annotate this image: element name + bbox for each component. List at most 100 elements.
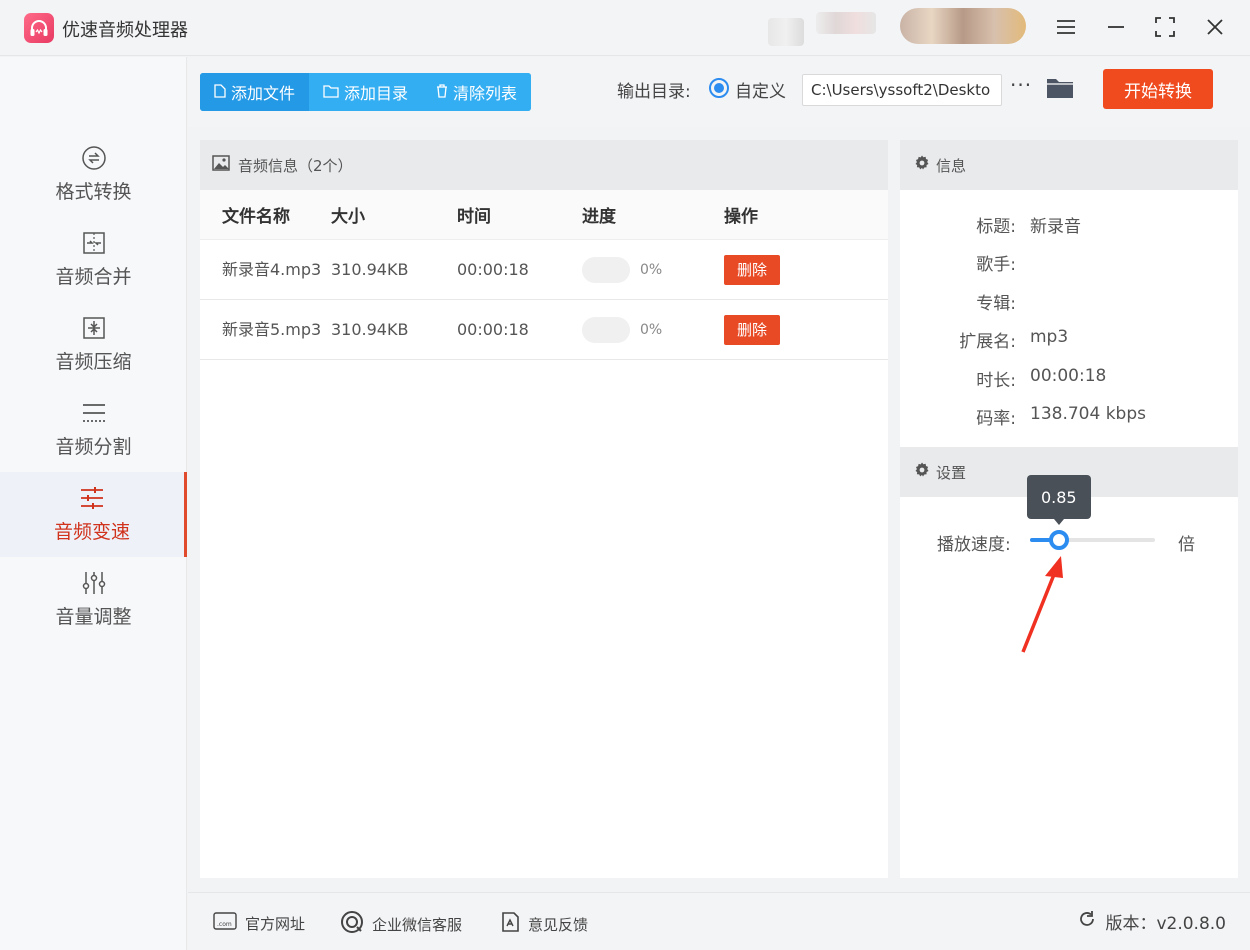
file-duration-cell: 00:00:18 <box>457 260 529 279</box>
add-file-button[interactable]: 添加文件 <box>200 73 310 111</box>
version-info[interactable]: 版本：v2.0.8.0 <box>1077 909 1226 934</box>
file-button-group: 添加文件 添加目录 清除列表 <box>200 73 532 111</box>
info-row-album: 专辑: <box>900 289 1238 314</box>
sidebar-item-speed[interactable]: 音频变速 <box>0 472 187 557</box>
folder-icon[interactable] <box>1046 76 1074 100</box>
refresh-icon <box>1077 909 1097 934</box>
blurred-account-badge[interactable] <box>900 8 1026 44</box>
column-header-action: 操作 <box>724 207 758 227</box>
table-header: 文件名称 大小 时间 进度 操作 <box>200 190 888 240</box>
file-panel-title: 音频信息（2个） <box>238 156 353 175</box>
sidebar-item-label: 音量调整 <box>55 606 132 628</box>
table-row[interactable]: 新录音4.mp3 310.94KB 00:00:18 0% 删除 <box>200 240 888 300</box>
info-value: 138.704 kbps <box>1030 404 1146 424</box>
app-title: 优速音频处理器 <box>62 20 188 41</box>
info-key: 时长: <box>976 371 1016 391</box>
progress-text: 0% <box>640 261 663 278</box>
maximize-icon[interactable] <box>1149 12 1181 42</box>
custom-radio-label[interactable]: 自定义 <box>735 77 786 102</box>
progress-bar <box>582 316 630 343</box>
wechat-label: 企业微信客服 <box>372 915 463 934</box>
headphones-icon <box>24 13 54 43</box>
output-dir-label: 输出目录: <box>617 82 691 102</box>
start-convert-button[interactable]: 开始转换 <box>1103 69 1213 109</box>
delete-button[interactable]: 删除 <box>724 254 780 285</box>
speed-label: 播放速度: <box>937 535 1011 555</box>
file-size-cell: 310.94KB <box>331 320 409 339</box>
delete-button[interactable]: 删除 <box>724 314 780 345</box>
progress-text: 0% <box>640 321 663 338</box>
feedback-link[interactable]: 意见反馈 <box>500 911 588 937</box>
column-header-duration: 时间 <box>457 207 491 227</box>
sidebar-item-split[interactable]: 音频分割 <box>0 387 187 472</box>
split-icon <box>81 400 107 426</box>
info-value: 00:00:18 <box>1030 366 1107 386</box>
info-key: 歌手: <box>976 255 1016 275</box>
svg-text:.com: .com <box>217 921 232 928</box>
chat-icon <box>340 911 364 937</box>
volume-sliders-icon <box>81 570 107 596</box>
close-icon[interactable] <box>1199 12 1231 42</box>
settings-panel-title: 设置 <box>936 463 967 482</box>
image-icon <box>212 155 230 175</box>
info-key: 码率: <box>976 409 1016 429</box>
clear-list-label: 清除列表 <box>453 84 518 103</box>
file-panel-header: 音频信息（2个） <box>200 140 888 190</box>
speed-slider[interactable] <box>1030 528 1155 552</box>
info-row-extension: 扩展名: mp3 <box>900 327 1238 352</box>
minimize-icon[interactable] <box>1100 12 1132 42</box>
info-row-title: 标题: 新录音 <box>900 212 1238 237</box>
sidebar: 格式转换 音频合并 音频压缩 音频分割 音频变速 音量调整 <box>0 57 187 950</box>
toolbar: 添加文件 添加目录 清除列表 输出目录: 自定义 ··· 开始转换 <box>188 57 1250 127</box>
sidebar-item-label: 格式转换 <box>55 181 132 203</box>
version-label: 版本：v2.0.8.0 <box>1105 914 1226 934</box>
wechat-service-link[interactable]: 企业微信客服 <box>340 911 462 937</box>
info-value: mp3 <box>1030 327 1069 347</box>
gear-icon <box>914 155 930 175</box>
format-convert-icon <box>81 145 107 171</box>
progress-bar <box>582 256 630 283</box>
column-header-name: 文件名称 <box>222 207 290 227</box>
slider-handle[interactable] <box>1048 530 1069 550</box>
footer: .com 官方网址 企业微信客服 意见反馈 版本：v2.0.8.0 <box>188 892 1250 950</box>
column-header-progress: 进度 <box>582 207 616 227</box>
gear-icon <box>914 462 930 482</box>
info-key: 扩展名: <box>959 332 1016 352</box>
sidebar-item-volume[interactable]: 音量调整 <box>0 557 187 642</box>
file-name-cell: 新录音4.mp3 <box>222 259 322 279</box>
speed-sliders-icon <box>79 485 105 511</box>
info-panel-header: 信息 <box>900 140 1238 190</box>
sidebar-item-label: 音频变速 <box>53 521 130 543</box>
file-duration-cell: 00:00:18 <box>457 320 529 339</box>
table-row[interactable]: 新录音5.mp3 310.94KB 00:00:18 0% 删除 <box>200 300 888 360</box>
info-row-bitrate: 码率: 138.704 kbps <box>900 404 1238 429</box>
trash-icon <box>436 83 448 102</box>
custom-radio[interactable] <box>709 78 729 98</box>
menu-icon[interactable] <box>1050 12 1082 42</box>
clear-list-button[interactable]: 清除列表 <box>422 73 532 111</box>
sidebar-item-compress[interactable]: 音频压缩 <box>0 302 187 387</box>
folder-outline-icon <box>323 83 339 102</box>
feedback-icon <box>500 911 520 937</box>
sidebar-item-merge[interactable]: 音频合并 <box>0 217 187 302</box>
website-label: 官方网址 <box>245 914 306 933</box>
title-bar: 优速音频处理器 <box>0 0 1250 56</box>
info-value: 新录音 <box>1030 217 1081 237</box>
add-folder-button[interactable]: 添加目录 <box>309 73 423 111</box>
info-row-artist: 歌手: <box>900 250 1238 275</box>
file-name-cell: 新录音5.mp3 <box>222 319 322 339</box>
action-cell: 删除 <box>724 314 844 345</box>
progress-cell: 0% <box>582 316 724 343</box>
sidebar-item-label: 音频合并 <box>55 266 132 288</box>
info-key: 专辑: <box>976 294 1016 314</box>
blurred-region <box>768 18 804 46</box>
speed-tooltip: 0.85 <box>1026 475 1091 525</box>
more-button[interactable]: ··· <box>1010 73 1032 97</box>
website-link[interactable]: .com 官方网址 <box>213 911 305 935</box>
sidebar-item-format-convert[interactable]: 格式转换 <box>0 132 187 217</box>
column-header-size: 大小 <box>331 207 365 227</box>
output-path-input[interactable] <box>802 74 1002 106</box>
file-list-panel: 音频信息（2个） 文件名称 大小 时间 进度 操作 新录音4.mp3 310.9… <box>200 140 888 878</box>
info-row-duration: 时长: 00:00:18 <box>900 366 1238 391</box>
action-cell: 删除 <box>724 254 844 285</box>
